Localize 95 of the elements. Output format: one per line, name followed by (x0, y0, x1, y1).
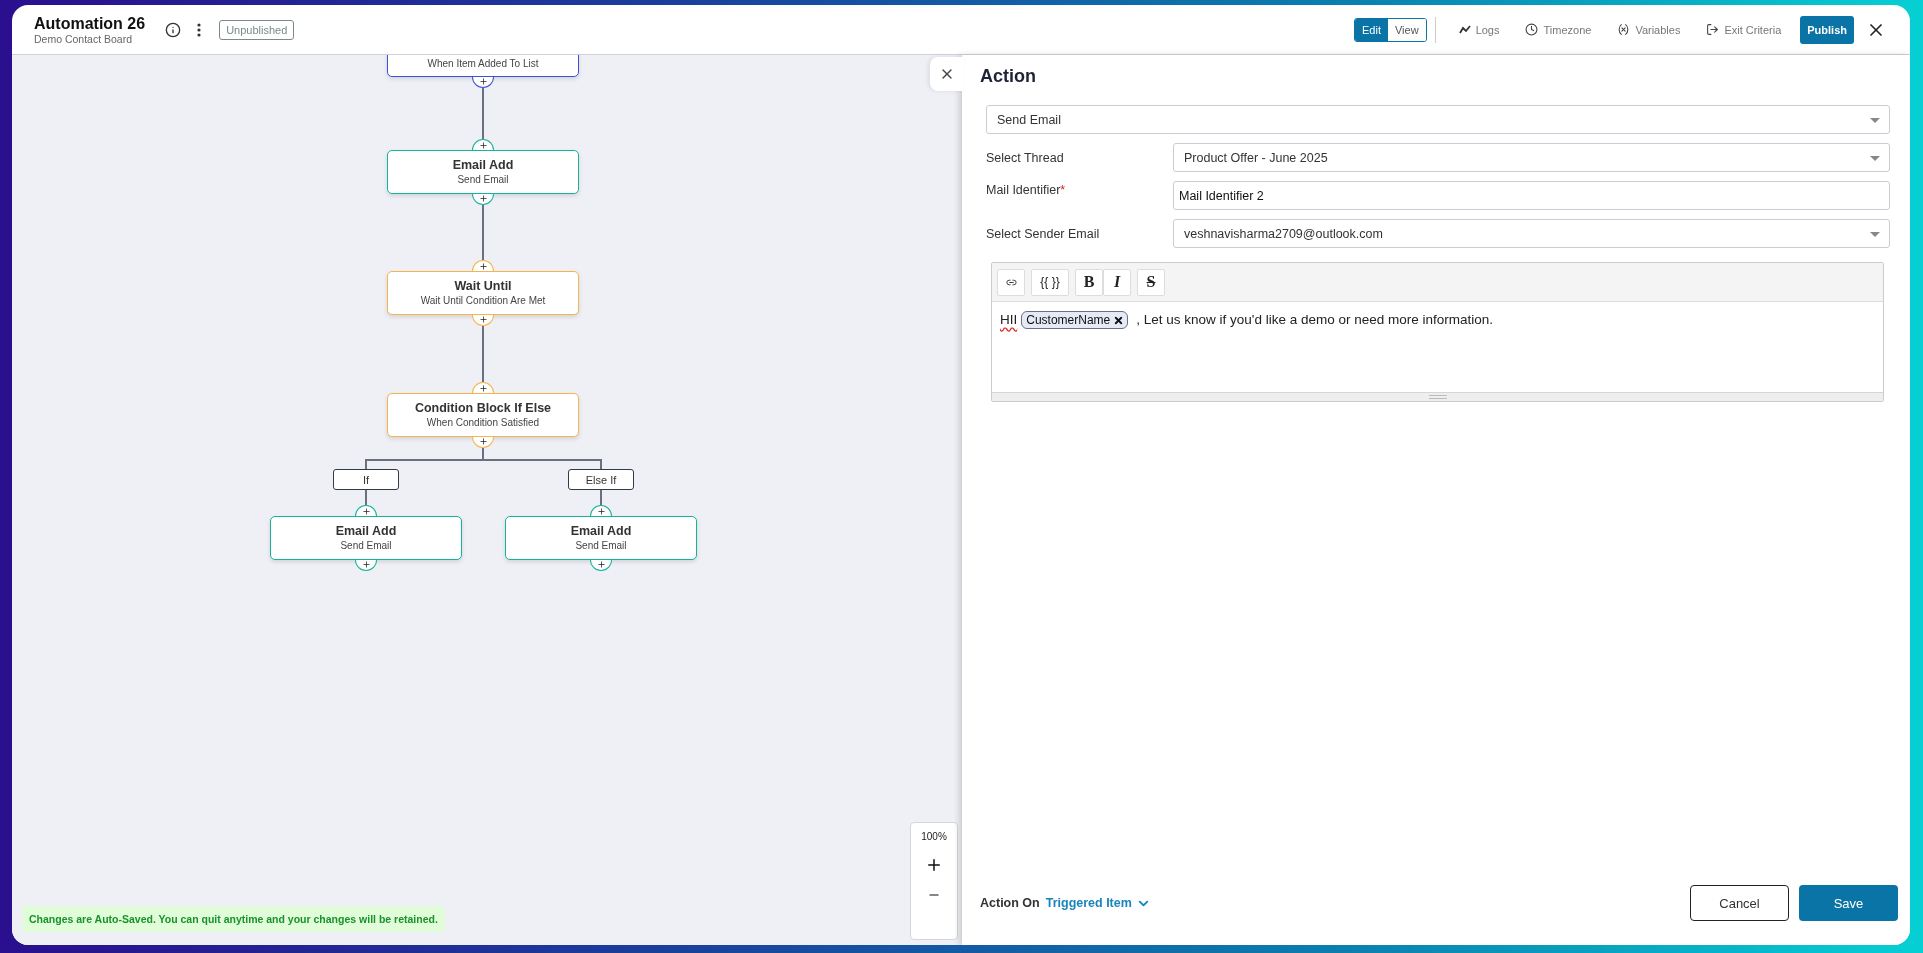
save-button[interactable]: Save (1799, 885, 1898, 921)
variable-icon (1617, 23, 1631, 36)
exit-icon (1706, 23, 1720, 36)
plus-icon (361, 507, 371, 516)
plus-icon (478, 141, 488, 150)
toolbar-button[interactable]: Exit Criteria (1704, 19, 1784, 40)
add-step-button[interactable] (472, 437, 494, 448)
action-on-dropdown[interactable]: Triggered Item (1045, 895, 1151, 911)
caret-icon (1870, 232, 1880, 237)
select-value: Send Email (997, 112, 1061, 127)
editor-text: , Let us know if you'd like a demo or need more information. (1136, 311, 1494, 329)
input-field[interactable]: Mail Identifier 2 (1173, 181, 1890, 210)
node-subtitle: Send Email (340, 538, 392, 553)
flow-node[interactable]: When Item Added To List (387, 55, 579, 77)
zoom-level: 100% (921, 831, 947, 842)
add-step-button[interactable] (472, 194, 494, 205)
plus-icon (478, 194, 488, 203)
publish-button[interactable]: Publish (1800, 15, 1854, 44)
tag-label: CustomerName (1026, 313, 1111, 327)
plus-icon (478, 384, 488, 393)
plus-icon (478, 315, 488, 324)
add-step-button[interactable] (472, 77, 494, 88)
add-step-button[interactable] (472, 260, 494, 271)
node-title: Email Add (570, 523, 632, 539)
node-title: Condition Block If Else (414, 400, 552, 416)
action-type-select[interactable]: Send Email (986, 105, 1890, 134)
node-subtitle: When Item Added To List (427, 57, 539, 71)
plus-icon (596, 560, 606, 569)
node-title: Wait Until (454, 278, 512, 294)
connector-line (482, 204, 484, 261)
clock-icon (1525, 23, 1539, 36)
panel-title: Action (980, 66, 1037, 87)
editor-text: HII (1000, 311, 1018, 329)
select-field[interactable]: veshnavisharma2709@outlook.com (1173, 219, 1890, 248)
select-value: veshnavisharma2709@outlook.com (1184, 226, 1383, 241)
plus-icon (596, 507, 606, 516)
trend-icon (1458, 24, 1471, 35)
node-subtitle: When Condition Satisfied (426, 415, 540, 430)
action-on-label: Action On (980, 896, 1040, 910)
toolbar-button[interactable]: Logs (1456, 19, 1502, 40)
select-value: Product Offer - June 2025 (1184, 150, 1328, 165)
node-title: Email Add (335, 523, 397, 539)
connector-line (482, 87, 484, 140)
add-step-button[interactable] (590, 560, 612, 571)
flow-node[interactable]: Email Add Send Email (270, 516, 462, 560)
email-editor[interactable]: {{ }} B I S HII CustomerName , Let us know if you'd like a demo or need more information. (991, 262, 1884, 402)
automation-title: Automation 26 (34, 14, 146, 33)
strikethrough-button[interactable]: S (1137, 268, 1165, 296)
node-subtitle: Send Email (457, 172, 509, 187)
flow-node[interactable]: Condition Block If Else When Condition Satisfied (387, 393, 579, 437)
plus-icon (478, 262, 488, 271)
field-label: Select Thread (986, 150, 1065, 165)
node-subtitle: Send Email (575, 538, 627, 553)
bold-button[interactable]: B (1075, 268, 1103, 296)
link-button[interactable] (997, 268, 1025, 296)
toolbar-button[interactable]: Timezone (1523, 19, 1594, 40)
plus-icon (478, 77, 488, 86)
select-field[interactable]: Product Offer - June 2025 (1173, 143, 1890, 172)
mode-toggle[interactable]: Edit (1355, 18, 1388, 41)
remove-icon[interactable] (1113, 314, 1125, 326)
flow-node[interactable]: Email Add Send Email (387, 150, 579, 194)
add-step-button[interactable] (590, 505, 612, 516)
add-step-button[interactable] (472, 382, 494, 393)
flow-node[interactable]: Email Add Send Email (505, 516, 697, 560)
flow-node[interactable]: Wait Until Wait Until Condition Are Met (387, 271, 579, 315)
add-step-button[interactable] (355, 560, 377, 571)
field-label: Mail Identifier* (986, 182, 1067, 197)
plus-icon (925, 856, 943, 874)
cancel-button[interactable]: Cancel (1690, 885, 1789, 921)
autosave-notice: Changes are Auto-Saved. You can quit anytime and your changes will be retained. (22, 906, 445, 932)
info-icon (165, 21, 182, 38)
connector-line (600, 489, 602, 506)
node-subtitle: Wait Until Condition Are Met (420, 293, 546, 308)
connector-line (482, 325, 484, 383)
close-panel-button[interactable] (930, 57, 964, 91)
toolbar-button[interactable]: Variables (1615, 19, 1683, 40)
plus-icon (478, 437, 488, 446)
caret-icon (1870, 156, 1880, 161)
add-step-button[interactable] (355, 505, 377, 516)
resize-handle[interactable] (1428, 395, 1447, 399)
zoom-in-button[interactable] (925, 856, 943, 874)
caret-icon (1870, 118, 1880, 123)
variable-button[interactable]: {{ }} (1031, 268, 1069, 296)
branch-label: Else If (568, 469, 634, 490)
italic-button[interactable]: I (1103, 268, 1131, 296)
field-label: Select Sender Email (986, 226, 1101, 241)
plus-icon (361, 560, 371, 569)
kebab-icon (197, 22, 202, 37)
node-title: Email Add (452, 157, 514, 173)
add-step-button[interactable] (472, 139, 494, 150)
branch-label: If (333, 469, 399, 490)
connector-line (365, 489, 367, 506)
add-step-button[interactable] (472, 315, 494, 326)
board-name: Demo Contact Board (34, 33, 134, 45)
status-badge: Unpublished (219, 19, 295, 40)
